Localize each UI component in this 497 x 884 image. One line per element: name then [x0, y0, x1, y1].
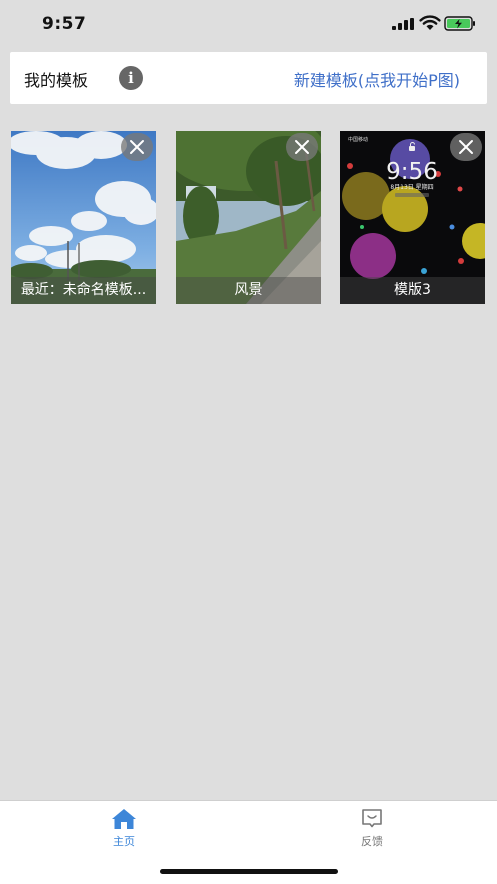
delete-template-button[interactable]	[286, 133, 318, 161]
home-icon	[112, 809, 136, 829]
templates-header: 我的模板 i 新建模板(点我开始P图)	[10, 52, 487, 104]
close-icon	[130, 140, 144, 154]
battery-charging-icon	[444, 16, 475, 31]
delete-template-button[interactable]	[450, 133, 482, 161]
status-bar: 9:57	[0, 0, 497, 48]
page-title: 我的模板	[24, 71, 89, 90]
template-name: 最近：未命名模板...	[11, 277, 156, 304]
tab-home-label: 主页	[113, 835, 135, 848]
delete-template-button[interactable]	[121, 133, 153, 161]
template-card[interactable]: 最近：未命名模板...	[11, 131, 156, 304]
template-card[interactable]: 中国移动 9:56 8月13日 星期四 模版3	[340, 131, 485, 304]
close-icon	[459, 140, 473, 154]
template-name: 模版3	[340, 277, 485, 304]
feedback-icon	[362, 809, 382, 828]
lockscreen-clock: 9:56	[386, 159, 438, 185]
signal-icon	[392, 18, 414, 30]
tab-home[interactable]: 主页	[84, 807, 164, 851]
close-icon	[295, 140, 309, 154]
home-indicator	[160, 869, 338, 874]
tab-feedback-label: 反馈	[361, 835, 383, 848]
lockscreen-date: 8月13日 星期四	[390, 183, 433, 191]
lockscreen-carrier: 中国移动	[348, 136, 368, 143]
template-name: 风景	[176, 277, 321, 304]
wifi-icon	[419, 15, 441, 30]
new-template-button[interactable]: 新建模板(点我开始P图)	[294, 67, 460, 91]
info-icon[interactable]: i	[119, 66, 143, 90]
tab-feedback[interactable]: 反馈	[332, 807, 412, 851]
status-time: 9:57	[42, 14, 87, 34]
template-card[interactable]: 风景	[176, 131, 321, 304]
